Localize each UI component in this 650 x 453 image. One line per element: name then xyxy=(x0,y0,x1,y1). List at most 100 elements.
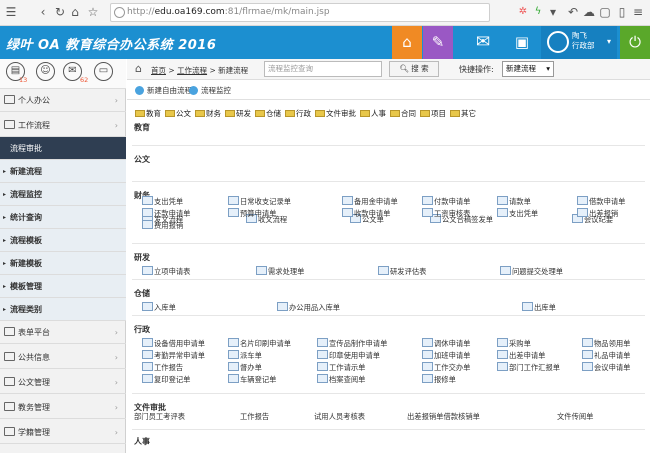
crumb-home[interactable]: 首页 xyxy=(151,66,166,75)
sidebar-item[interactable]: 学籍管理 › xyxy=(0,421,126,444)
flow-item[interactable]: 文件传阅单 xyxy=(557,412,593,422)
flow-item[interactable]: 加班申请单 xyxy=(422,350,470,361)
flow-item[interactable]: 费用报销 xyxy=(142,220,183,231)
flow-item[interactable]: 印章使用申请单 xyxy=(317,350,380,361)
crumb-flow[interactable]: 工作流程 xyxy=(177,66,207,75)
flow-item[interactable]: 支出凭单 xyxy=(142,196,183,207)
sidebar-item[interactable]: ▸ 模板管理 xyxy=(0,275,126,298)
flow-item[interactable]: 立项申请表 xyxy=(142,266,190,277)
sidebar-item[interactable]: ▸ 新建模板 xyxy=(0,252,126,275)
category-link[interactable]: 人事 xyxy=(360,108,386,119)
flow-item[interactable]: 请款单 xyxy=(497,196,531,207)
flow-item[interactable]: 礼品申请单 xyxy=(582,350,630,361)
flow-item[interactable]: 名片印刷申请单 xyxy=(228,338,291,349)
pen-icon[interactable]: ✎ xyxy=(423,26,453,59)
flow-item[interactable]: 工资审核表 xyxy=(422,208,470,219)
flow-item[interactable]: 出差申请单 xyxy=(497,350,545,361)
flow-item[interactable]: 日常收支记录单 xyxy=(228,196,291,207)
flow-item[interactable]: 研发评估表 xyxy=(378,266,426,277)
sidebar-item[interactable]: 工作流程 › xyxy=(0,114,126,137)
reload-icon[interactable]: ↻ xyxy=(53,5,67,19)
phone-icon[interactable]: ▯ xyxy=(615,5,629,19)
category-link[interactable]: 文件审批 xyxy=(315,108,356,119)
user-icon[interactable]: ☺ xyxy=(36,62,55,81)
flow-item[interactable]: 宣传品制作申请单 xyxy=(317,338,387,349)
category-link[interactable]: 财务 xyxy=(195,108,221,119)
flow-item[interactable]: 复印登记单 xyxy=(142,374,190,385)
sidebar-item[interactable]: 公文管理 › xyxy=(0,371,126,394)
cloud-icon[interactable]: ☁ xyxy=(582,5,596,19)
dropdown-icon[interactable]: ▾ xyxy=(546,5,560,19)
flow-item[interactable]: 督办单 xyxy=(228,362,262,373)
flow-item[interactable]: 试用人员考核表 xyxy=(314,412,365,422)
flow-item[interactable]: 问题提交处理单 xyxy=(500,266,563,277)
sidebar-item[interactable]: ▸ 流程模板 xyxy=(0,229,126,252)
sidebar-item[interactable]: 个人办公 › xyxy=(0,89,126,112)
flow-item[interactable]: 调休申请单 xyxy=(422,338,470,349)
category-link[interactable]: 项目 xyxy=(420,108,446,119)
sidebar-item[interactable]: 教务管理 › xyxy=(0,396,126,419)
star-icon[interactable]: ☆ xyxy=(86,5,100,19)
flow-monitor-link[interactable]: 流程监控 xyxy=(189,85,231,96)
flow-item[interactable]: 收款申请单 xyxy=(342,208,390,219)
flow-item[interactable]: 付款申请单 xyxy=(422,196,470,207)
flow-item[interactable]: 办公用品入库单 xyxy=(277,302,340,313)
home-icon[interactable]: ⌂ xyxy=(392,26,422,59)
category-link[interactable]: 公文 xyxy=(165,108,191,119)
flow-item[interactable]: 派车单 xyxy=(228,350,262,361)
flow-item[interactable]: 工作报告 xyxy=(142,362,183,373)
more-menu-icon[interactable]: ≡ xyxy=(631,5,645,19)
flow-item[interactable]: 预算申请单 xyxy=(228,208,276,219)
breadcrumb-home-icon[interactable]: ⌂ xyxy=(135,62,142,75)
lock-icon[interactable]: ▢ xyxy=(598,5,612,19)
sidebar-item[interactable]: 流程审批 xyxy=(0,137,126,160)
menu-icon[interactable]: ☰ xyxy=(4,5,18,19)
flow-item[interactable]: 借款申请单 xyxy=(577,196,625,207)
flow-item[interactable]: 工作交办单 xyxy=(422,362,470,373)
quick-action-select[interactable]: 新建流程 ▾ xyxy=(502,61,554,77)
flow-item[interactable]: 档案查阅单 xyxy=(317,374,365,385)
search-button[interactable]: 🔍︎ 搜 索 xyxy=(389,61,439,77)
undo-icon[interactable]: ↶ xyxy=(566,5,580,19)
flow-item[interactable]: 报修单 xyxy=(422,374,456,385)
sidebar-item[interactable]: ▸ 流程监控 xyxy=(0,183,126,206)
home-nav-icon[interactable]: ⌂ xyxy=(68,5,82,19)
flow-item[interactable]: 工作请示单 xyxy=(317,362,365,373)
lightning-icon[interactable]: ϟ xyxy=(531,5,545,19)
new-free-flow-link[interactable]: 新建自由流程 xyxy=(135,85,192,96)
address-bar[interactable]: http://edu.oa169.com:81/flrmae/mk/main.j… xyxy=(110,3,490,22)
flow-item[interactable]: 车辆登记单 xyxy=(228,374,276,385)
flow-item[interactable]: 设备借用申请单 xyxy=(142,338,205,349)
sidebar-item[interactable]: ▸ 流程类别 xyxy=(0,298,126,321)
user-menu[interactable]: 陶飞 行政部 ▾ xyxy=(541,26,617,59)
back-icon[interactable]: ‹ xyxy=(36,5,50,19)
sidebar-item[interactable]: 表单平台 › xyxy=(0,321,126,344)
flow-item[interactable]: 会议申请单 xyxy=(582,362,630,373)
sidebar-item[interactable]: 公共信息 › xyxy=(0,346,126,369)
card-icon[interactable]: ▣ xyxy=(507,26,537,59)
flow-item[interactable]: 部门工作汇报单 xyxy=(497,362,560,373)
folder-icon[interactable]: ▭ xyxy=(94,62,113,81)
extension-icon[interactable]: ✲ xyxy=(516,5,530,19)
category-link[interactable]: 合同 xyxy=(390,108,416,119)
flow-item[interactable]: 支出凭单 xyxy=(497,208,538,219)
flow-item[interactable]: 采购单 xyxy=(497,338,531,349)
category-link[interactable]: 研发 xyxy=(225,108,251,119)
flow-item[interactable]: 出库单 xyxy=(522,302,556,313)
mail-icon[interactable]: ✉ xyxy=(468,26,498,59)
sidebar-item[interactable]: ▸ 新建流程 xyxy=(0,160,126,183)
flow-item[interactable]: 出差报销 xyxy=(577,208,618,219)
flow-item[interactable]: 备用金申请单 xyxy=(342,196,398,207)
flow-item[interactable]: 物品领用单 xyxy=(582,338,630,349)
flow-item[interactable]: 需求处理单 xyxy=(256,266,304,277)
flow-item[interactable]: 考勤异常申请单 xyxy=(142,350,205,361)
category-link[interactable]: 教育 xyxy=(135,108,161,119)
flow-item[interactable]: 部门员工考评表 xyxy=(134,412,185,422)
category-link[interactable]: 仓储 xyxy=(255,108,281,119)
search-input[interactable]: 流程监控查询 xyxy=(264,61,382,77)
flow-item[interactable]: 入库单 xyxy=(142,302,176,313)
flow-item[interactable]: 工作报告 xyxy=(240,412,269,422)
sidebar-item[interactable]: ▸ 统计查询 xyxy=(0,206,126,229)
flow-item[interactable]: 还款申请单 xyxy=(142,208,190,219)
category-link[interactable]: 其它 xyxy=(450,108,476,119)
